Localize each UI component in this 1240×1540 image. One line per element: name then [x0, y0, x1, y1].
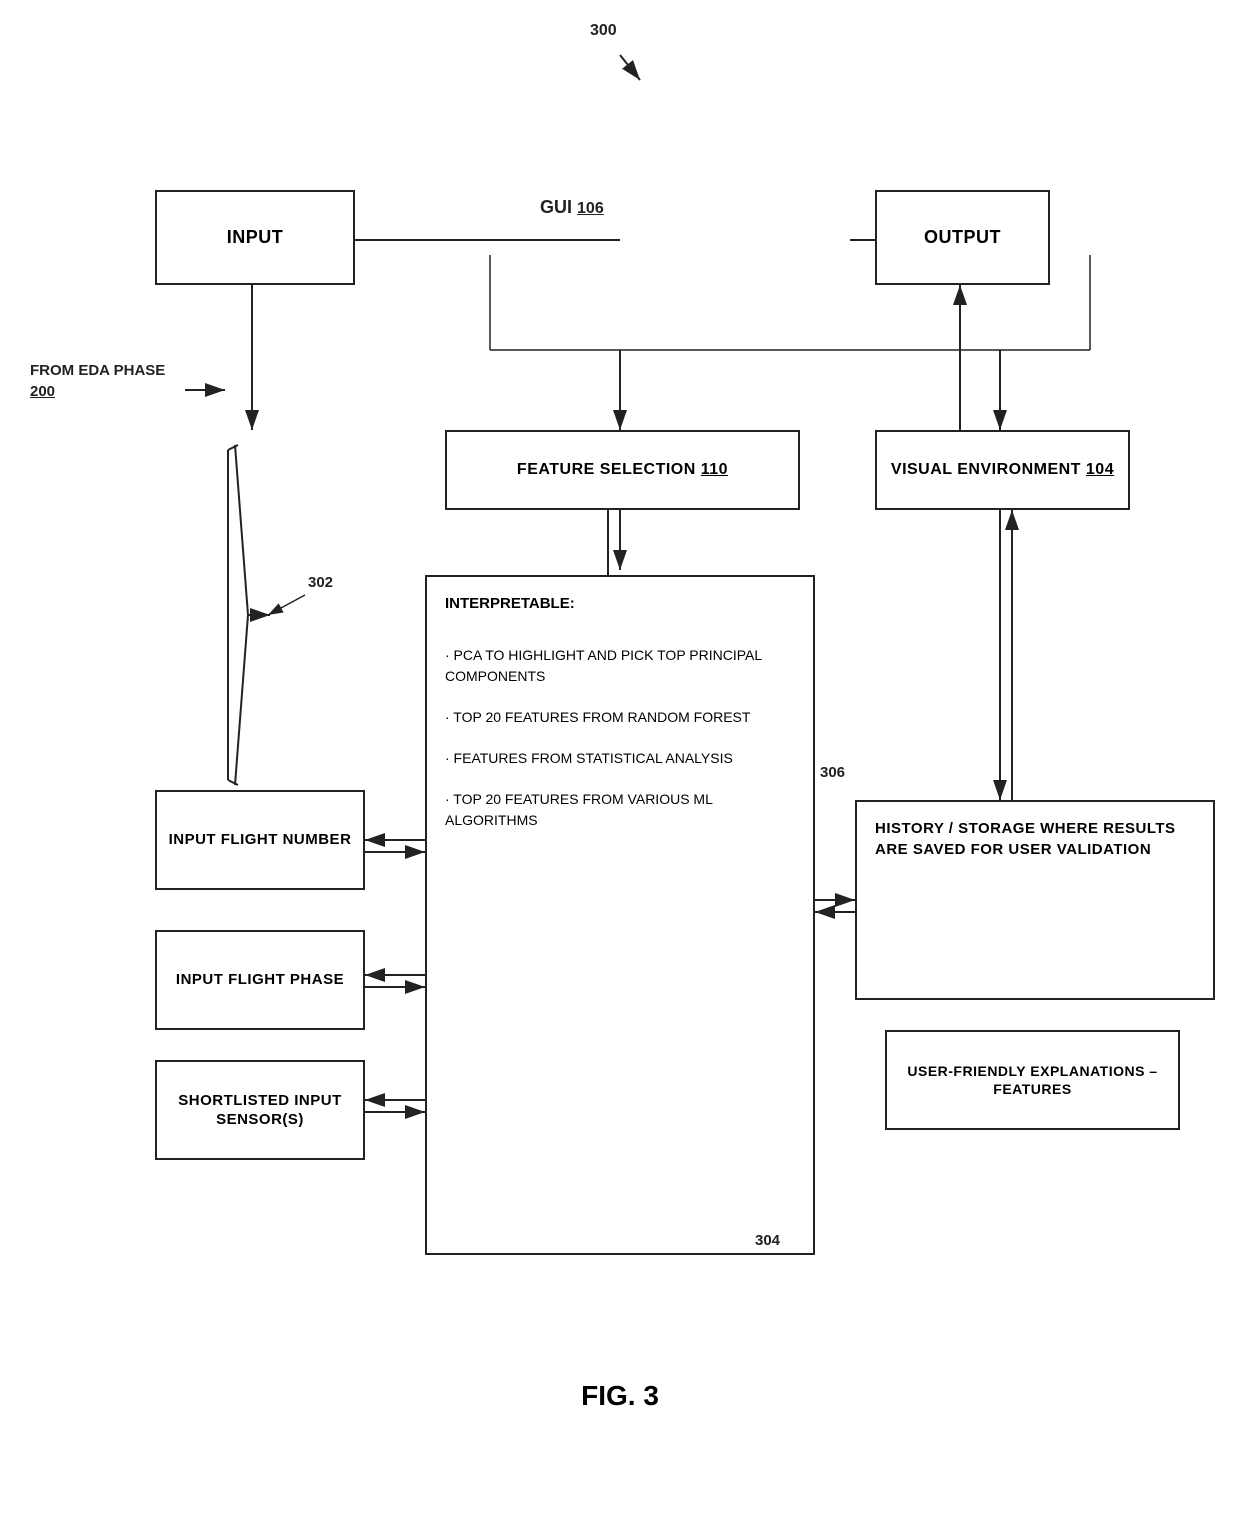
from-eda-label: FROM EDA PHASE 200 — [30, 360, 165, 402]
bullet-random-forest: · TOP 20 FEATURES FROM RANDOM FOREST — [445, 707, 795, 728]
fig-label: FIG. 3 — [480, 1380, 760, 1412]
ref-304-label: 304 — [755, 1230, 780, 1251]
output-box: OUTPUT — [875, 190, 1050, 285]
input-box: INPUT — [155, 190, 355, 285]
bullet-pca: · PCA TO HIGHLIGHT AND PICK TOP PRINCIPA… — [445, 645, 795, 687]
input-flight-number-box: INPUT FLIGHT NUMBER — [155, 790, 365, 890]
diagram-container: 300 INPUT GUI 106 OUTPUT FROM EDA PHASE … — [0, 0, 1240, 1540]
bullet-ml-algorithms: · TOP 20 FEATURES FROM VARIOUS ML ALGORI… — [445, 789, 795, 831]
ref-306-label: 306 — [820, 762, 845, 783]
shortlisted-input-box: SHORTLISTED INPUT SENSOR(S) — [155, 1060, 365, 1160]
bullet-statistical: · FEATURES FROM STATISTICAL ANALYSIS — [445, 748, 795, 769]
diagram-ref-300: 300 — [590, 20, 617, 42]
interpretable-box: INTERPRETABLE: · PCA TO HIGHLIGHT AND PI… — [425, 575, 815, 1255]
gui-label: GUI 106 — [540, 195, 604, 220]
ref-302-label: 302 — [308, 572, 333, 593]
visual-env-box: VISUAL ENVIRONMENT 104 — [875, 430, 1130, 510]
input-flight-phase-box: INPUT FLIGHT PHASE — [155, 930, 365, 1030]
history-storage-box: HISTORY / STORAGE WHERE RESULTS ARE SAVE… — [855, 800, 1215, 1000]
gui-ref: 106 — [577, 200, 604, 217]
feature-selection-box: FEATURE SELECTION 110 — [445, 430, 800, 510]
interpretable-title: INTERPRETABLE: — [445, 593, 795, 616]
user-friendly-box: USER-FRIENDLY EXPLANATIONS – FEATURES — [885, 1030, 1180, 1130]
